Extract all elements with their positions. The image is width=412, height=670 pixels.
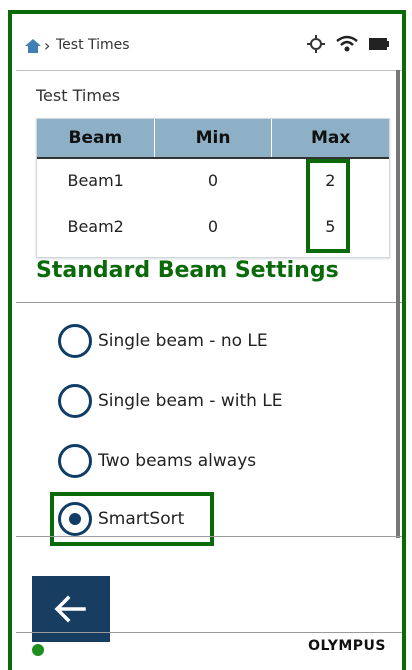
- max-column-highlight: [306, 159, 350, 253]
- cell-beam: Beam1: [67, 171, 124, 190]
- table-header: Beam Min Max: [37, 119, 389, 159]
- status-indicator: [32, 644, 44, 656]
- header-max: Max: [311, 128, 351, 148]
- radio-button[interactable]: [58, 324, 92, 358]
- radio-label: Two beams always: [98, 451, 257, 471]
- chevron-right-icon: ›: [44, 36, 51, 55]
- settings-title: Standard Beam Settings: [36, 258, 339, 283]
- scrollbar[interactable]: [396, 70, 400, 538]
- cell-min: 0: [207, 171, 219, 190]
- radio-button[interactable]: [58, 384, 92, 418]
- battery-icon: [369, 38, 389, 50]
- divider: [16, 632, 402, 633]
- radio-option-single-with-le[interactable]: Single beam - with LE: [58, 384, 283, 418]
- section-title: Test Times: [36, 86, 121, 105]
- smartsort-highlight: [50, 492, 214, 546]
- header-beam: Beam: [37, 119, 155, 157]
- breadcrumb-current[interactable]: Test Times: [56, 37, 130, 53]
- back-arrow-icon: [54, 595, 86, 623]
- radio-label: Single beam - no LE: [98, 331, 268, 351]
- gps-icon: [307, 35, 325, 53]
- header-min: Min: [155, 119, 273, 157]
- wifi-icon: [336, 35, 358, 52]
- top-bar: › Test Times: [16, 18, 402, 71]
- divider: [16, 536, 402, 537]
- status-icons: [306, 34, 390, 54]
- divider: [16, 302, 402, 303]
- home-icon[interactable]: [24, 38, 42, 54]
- radio-button[interactable]: [58, 444, 92, 478]
- radio-label: Single beam - with LE: [98, 391, 283, 411]
- radio-option-single-no-le[interactable]: Single beam - no LE: [58, 324, 268, 358]
- cell-min: 0: [207, 217, 219, 236]
- device-screen: › Test Times Test Times Beam Min Max Bea…: [16, 18, 402, 670]
- brand-logo: OLYMPUS: [308, 638, 386, 654]
- radio-option-two-beams[interactable]: Two beams always: [58, 444, 256, 478]
- cell-beam: Beam2: [67, 217, 124, 236]
